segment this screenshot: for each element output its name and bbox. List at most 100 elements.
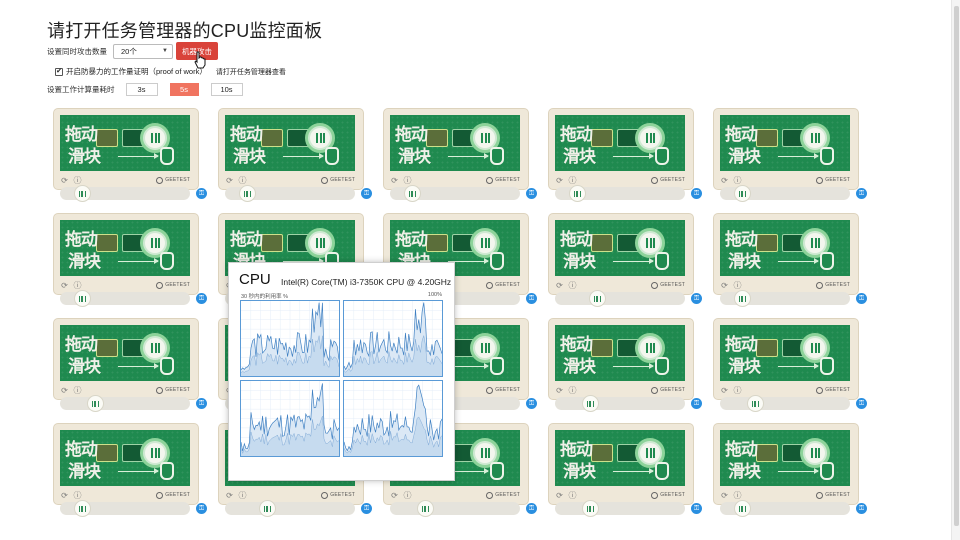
captcha-slider-knob[interactable]: [259, 500, 276, 517]
captcha-slider-track[interactable]: [555, 500, 685, 517]
captcha-slider-knob[interactable]: [747, 395, 764, 412]
captcha-footer: ⟳ ⓘ GEETEST: [60, 490, 190, 500]
captcha-slider-track[interactable]: [720, 500, 850, 517]
captcha-slider-knob[interactable]: [239, 185, 256, 202]
captcha-slider-knob[interactable]: [734, 290, 751, 307]
refresh-icon[interactable]: ⟳: [555, 386, 564, 395]
info-icon[interactable]: ⓘ: [403, 491, 412, 500]
captcha-slider-knob[interactable]: [74, 500, 91, 517]
pow-checkbox[interactable]: ✔: [55, 67, 63, 76]
captcha-footer: ⟳ ⓘ GEETEST: [60, 280, 190, 290]
info-icon[interactable]: ⓘ: [733, 386, 742, 395]
captcha-prompt-line2: 滑块: [728, 147, 761, 167]
info-icon[interactable]: ⓘ: [568, 176, 577, 185]
captcha-slider-knob[interactable]: [569, 185, 586, 202]
captcha-slider-track[interactable]: [555, 395, 685, 412]
refresh-icon[interactable]: ⟳: [720, 386, 729, 395]
concurrency-select[interactable]: 20个 ▼: [113, 43, 173, 59]
captcha-slider-track[interactable]: [720, 185, 850, 202]
captcha-prompt-line2: 滑块: [68, 462, 101, 482]
scrollbar-thumb[interactable]: [954, 6, 959, 526]
refresh-icon[interactable]: ⟳: [60, 386, 69, 395]
info-icon[interactable]: ⓘ: [568, 491, 577, 500]
refresh-icon[interactable]: ⟳: [555, 281, 564, 290]
page-scrollbar[interactable]: [951, 0, 960, 540]
info-icon[interactable]: ⓘ: [238, 176, 247, 185]
captcha-slider-knob[interactable]: [417, 500, 434, 517]
captcha-slider-track[interactable]: [720, 395, 850, 412]
captcha-image: 拖动 滑块: [720, 115, 850, 171]
lock-icon: ⚿: [856, 188, 867, 199]
captcha-footer: ⟳ ⓘ GEETEST: [720, 490, 850, 500]
refresh-icon[interactable]: ⟳: [555, 491, 564, 500]
captcha-slider-knob[interactable]: [87, 395, 104, 412]
geetest-brand: GEETEST: [486, 176, 520, 184]
info-icon[interactable]: ⓘ: [733, 491, 742, 500]
refresh-icon[interactable]: ⟳: [225, 491, 234, 500]
lock-icon: ⚿: [196, 293, 207, 304]
arrow-right-icon: [118, 258, 159, 264]
captcha-image: 拖动 滑块: [60, 325, 190, 381]
captcha-slider-track[interactable]: [60, 185, 190, 202]
time-option-10s[interactable]: 10s: [210, 83, 243, 96]
refresh-icon[interactable]: ⟳: [555, 176, 564, 185]
time-option-3s[interactable]: 3s: [125, 83, 158, 96]
captcha-slider-track[interactable]: [225, 500, 355, 517]
captcha-slider-knob[interactable]: [582, 500, 599, 517]
captcha-widget: 拖动 滑块 ⟳ ⓘ GEETEST ⚿: [53, 318, 207, 413]
captcha-image: 拖动 滑块: [60, 220, 190, 276]
info-icon[interactable]: ⓘ: [238, 491, 247, 500]
refresh-icon[interactable]: ⟳: [720, 491, 729, 500]
info-icon[interactable]: ⓘ: [73, 176, 82, 185]
lock-icon: ⚿: [526, 188, 537, 199]
info-icon[interactable]: ⓘ: [733, 176, 742, 185]
lock-icon: ⚿: [856, 503, 867, 514]
captcha-slider-track[interactable]: [555, 290, 685, 307]
captcha-widget: 拖动 滑块 ⟳ ⓘ GEETEST ⚿: [548, 108, 702, 203]
captcha-slider-track[interactable]: [390, 500, 520, 517]
geetest-brand: GEETEST: [651, 176, 685, 184]
captcha-prompt-line2: 滑块: [728, 462, 761, 482]
utilization-max-label: 100%: [427, 292, 442, 298]
time-option-5s[interactable]: 5s: [169, 83, 199, 96]
geetest-brand: GEETEST: [816, 176, 850, 184]
captcha-prompt-line2: 滑块: [68, 147, 101, 167]
captcha-slider-knob[interactable]: [734, 500, 751, 517]
lock-icon: ⚿: [361, 503, 372, 514]
geetest-brand: GEETEST: [816, 281, 850, 289]
refresh-icon[interactable]: ⟳: [720, 281, 729, 290]
captcha-slider-track[interactable]: [60, 500, 190, 517]
captcha-slider-knob[interactable]: [74, 185, 91, 202]
refresh-icon[interactable]: ⟳: [390, 491, 399, 500]
refresh-icon[interactable]: ⟳: [60, 491, 69, 500]
info-icon[interactable]: ⓘ: [568, 386, 577, 395]
refresh-icon[interactable]: ⟳: [225, 176, 234, 185]
info-icon[interactable]: ⓘ: [73, 491, 82, 500]
captcha-image: 拖动 滑块: [225, 115, 355, 171]
info-icon[interactable]: ⓘ: [73, 386, 82, 395]
info-icon[interactable]: ⓘ: [568, 281, 577, 290]
captcha-slider-track[interactable]: [60, 290, 190, 307]
captcha-slider-track[interactable]: [60, 395, 190, 412]
info-icon[interactable]: ⓘ: [73, 281, 82, 290]
hand-pointer-icon: [160, 462, 174, 480]
refresh-icon[interactable]: ⟳: [60, 281, 69, 290]
arrow-right-icon: [613, 258, 654, 264]
captcha-slider-knob[interactable]: [734, 185, 751, 202]
refresh-icon[interactable]: ⟳: [60, 176, 69, 185]
captcha-slider-knob[interactable]: [582, 395, 599, 412]
captcha-slider-track[interactable]: [720, 290, 850, 307]
captcha-slider-track[interactable]: [555, 185, 685, 202]
core-graph-4: [343, 380, 443, 457]
hand-pointer-icon: [820, 252, 834, 270]
captcha-slider-knob[interactable]: [589, 290, 606, 307]
captcha-slider-track[interactable]: [390, 185, 520, 202]
refresh-icon[interactable]: ⟳: [720, 176, 729, 185]
captcha-slider-track[interactable]: [225, 185, 355, 202]
refresh-icon[interactable]: ⟳: [390, 176, 399, 185]
captcha-slider-knob[interactable]: [404, 185, 421, 202]
lock-icon: ⚿: [526, 293, 537, 304]
captcha-slider-knob[interactable]: [74, 290, 91, 307]
info-icon[interactable]: ⓘ: [403, 176, 412, 185]
info-icon[interactable]: ⓘ: [733, 281, 742, 290]
